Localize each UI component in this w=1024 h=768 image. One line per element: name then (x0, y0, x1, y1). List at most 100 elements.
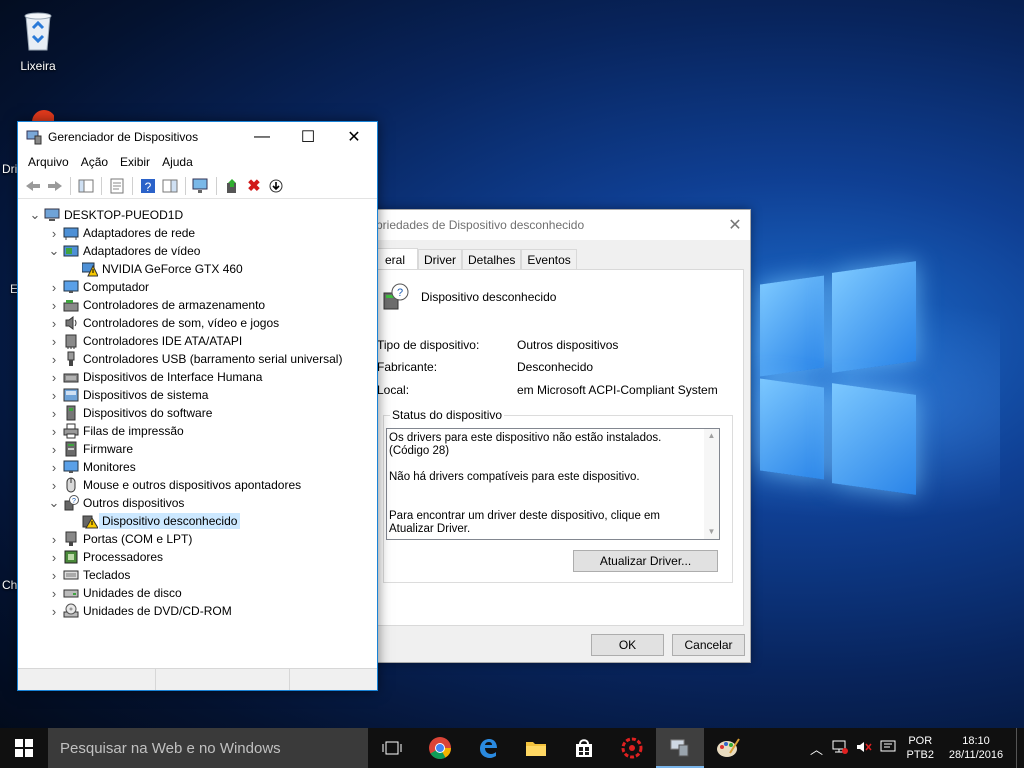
manufacturer-row: Fabricante: Desconhecido (377, 360, 593, 374)
back-arrow-icon[interactable] (22, 175, 44, 197)
start-button[interactable] (0, 728, 48, 768)
ok-button[interactable]: OK (591, 634, 664, 656)
store-taskbar-button[interactable] (560, 728, 608, 768)
chevron-right-icon[interactable]: › (47, 442, 61, 457)
tab-general[interactable]: eral (372, 248, 419, 270)
tree-node[interactable]: › Monitores (18, 458, 377, 476)
chevron-right-icon[interactable]: › (47, 532, 61, 547)
close-icon[interactable]: ✕ (331, 122, 377, 151)
uninstall-device-icon[interactable]: ✖ (243, 175, 265, 197)
tree-node[interactable]: › Firmware (18, 440, 377, 458)
action-center-icon[interactable] (876, 740, 900, 757)
minimize-icon[interactable]: — (239, 122, 285, 151)
menu-file[interactable]: Arquivo (22, 155, 75, 169)
network-icon[interactable] (828, 740, 852, 757)
tree-node[interactable]: › Processadores (18, 548, 377, 566)
chevron-down-icon[interactable]: ⌄ (28, 208, 42, 221)
tree-node[interactable]: › Computador (18, 278, 377, 296)
chevron-right-icon[interactable]: › (47, 280, 61, 295)
action-pane-icon[interactable] (159, 175, 181, 197)
chevron-right-icon[interactable]: › (47, 298, 61, 313)
chevron-right-icon[interactable]: › (47, 352, 61, 367)
device-manager-taskbar-button[interactable] (656, 728, 704, 768)
show-hide-console-tree-icon[interactable] (75, 175, 97, 197)
show-desktop-button[interactable] (1016, 728, 1024, 768)
chevron-right-icon[interactable]: › (47, 550, 61, 565)
chevron-down-icon[interactable]: ⌄ (47, 244, 61, 257)
tree-node[interactable]: › Mouse e outros dispositivos apontadores (18, 476, 377, 494)
tree-node[interactable]: › Controladores IDE ATA/ATAPI (18, 332, 377, 350)
menu-action[interactable]: Ação (75, 155, 114, 169)
chevron-right-icon[interactable]: › (47, 370, 61, 385)
tree-node[interactable]: › Dispositivos de sistema (18, 386, 377, 404)
volume-muted-icon[interactable] (852, 740, 876, 757)
tree-node[interactable]: › Dispositivos de Interface Humana (18, 368, 377, 386)
tree-node[interactable]: NVIDIA GeForce GTX 460 (18, 260, 377, 278)
forward-arrow-icon[interactable] (44, 175, 66, 197)
scroll-up-icon[interactable]: ▲ (704, 429, 719, 443)
chevron-down-icon[interactable]: ⌄ (47, 496, 61, 509)
show-hidden-icons-icon[interactable]: ︿ (804, 739, 828, 758)
chevron-right-icon[interactable]: › (47, 334, 61, 349)
tree-node[interactable]: › Controladores de armazenamento (18, 296, 377, 314)
window-title-bar[interactable]: Gerenciador de Dispositivos — ☐ ✕ (18, 122, 377, 151)
chevron-right-icon[interactable]: › (47, 226, 61, 241)
chevron-right-icon[interactable]: › (47, 568, 61, 583)
chevron-right-icon[interactable]: › (47, 388, 61, 403)
computer-icon (44, 207, 60, 223)
close-icon[interactable]: ✕ (720, 215, 750, 235)
chevron-right-icon[interactable]: › (47, 424, 61, 439)
search-box[interactable]: Pesquisar na Web e no Windows (48, 728, 368, 768)
clock[interactable]: 18:10 28/11/2016 (940, 734, 1012, 762)
tree-node[interactable]: › Teclados (18, 566, 377, 584)
tree-node[interactable]: › Unidades de DVD/CD-ROM (18, 602, 377, 620)
disable-device-icon[interactable] (265, 175, 287, 197)
tree-node[interactable]: › Controladores USB (barramento serial un… (18, 350, 377, 368)
update-driver-icon[interactable] (221, 175, 243, 197)
properties-icon[interactable] (106, 175, 128, 197)
device-status-text[interactable]: Os drivers para este dispositivo não est… (386, 428, 720, 540)
tree-node[interactable]: › Adaptadores de rede (18, 224, 377, 242)
tree-node[interactable]: ⌄ DESKTOP-PUEOD1D (18, 206, 377, 224)
tab-driver[interactable]: Driver (418, 249, 463, 269)
update-driver-button[interactable]: Atualizar Driver... (573, 550, 718, 572)
status-scrollbar[interactable]: ▲ ▼ (704, 429, 719, 539)
tree-node[interactable]: › Filas de impressão (18, 422, 377, 440)
chevron-right-icon[interactable]: › (47, 604, 61, 619)
chevron-right-icon[interactable]: › (47, 316, 61, 331)
dialog-title-bar[interactable]: priedades de Dispositivo desconhecido ✕ (364, 210, 750, 240)
svg-text:?: ? (145, 180, 152, 194)
tree-node[interactable]: › Portas (COM e LPT) (18, 530, 377, 548)
app-taskbar-button[interactable] (608, 728, 656, 768)
file-explorer-taskbar-button[interactable] (512, 728, 560, 768)
cancel-button[interactable]: Cancelar (672, 634, 745, 656)
chevron-right-icon[interactable]: › (47, 406, 61, 421)
tree-node[interactable]: › Unidades de disco (18, 584, 377, 602)
help-icon[interactable]: ? (137, 175, 159, 197)
folder-icon (526, 742, 546, 756)
tab-details[interactable]: Detalhes (462, 249, 522, 269)
recycle-bin-desktop-icon[interactable]: Lixeira (3, 8, 73, 73)
chevron-right-icon[interactable]: › (47, 586, 61, 601)
tree-node[interactable]: ⌄ Adaptadores de vídeo (18, 242, 377, 260)
chrome-taskbar-button[interactable] (416, 728, 464, 768)
location-value: em Microsoft ACPI-Compliant System (517, 383, 718, 397)
location-label: Local: (377, 383, 410, 397)
tab-events[interactable]: Eventos (521, 249, 577, 269)
menu-help[interactable]: Ajuda (156, 155, 199, 169)
tree-node[interactable]: Dispositivo desconhecido (18, 512, 377, 530)
input-language-indicator[interactable]: POR PTB2 (906, 734, 934, 762)
scroll-down-icon[interactable]: ▼ (704, 525, 719, 539)
menu-view[interactable]: Exibir (114, 155, 156, 169)
task-view-button[interactable] (368, 728, 416, 768)
scan-hardware-icon[interactable] (190, 175, 212, 197)
tree-node[interactable]: ⌄? Outros dispositivos (18, 494, 377, 512)
maximize-icon[interactable]: ☐ (285, 122, 331, 151)
chevron-right-icon[interactable]: › (47, 478, 61, 493)
storage-controller-icon (63, 297, 79, 313)
edge-taskbar-button[interactable] (464, 728, 512, 768)
tree-node[interactable]: › Controladores de som, vídeo e jogos (18, 314, 377, 332)
paint-taskbar-button[interactable] (704, 728, 752, 768)
chevron-right-icon[interactable]: › (47, 460, 61, 475)
tree-node[interactable]: › Dispositivos do software (18, 404, 377, 422)
